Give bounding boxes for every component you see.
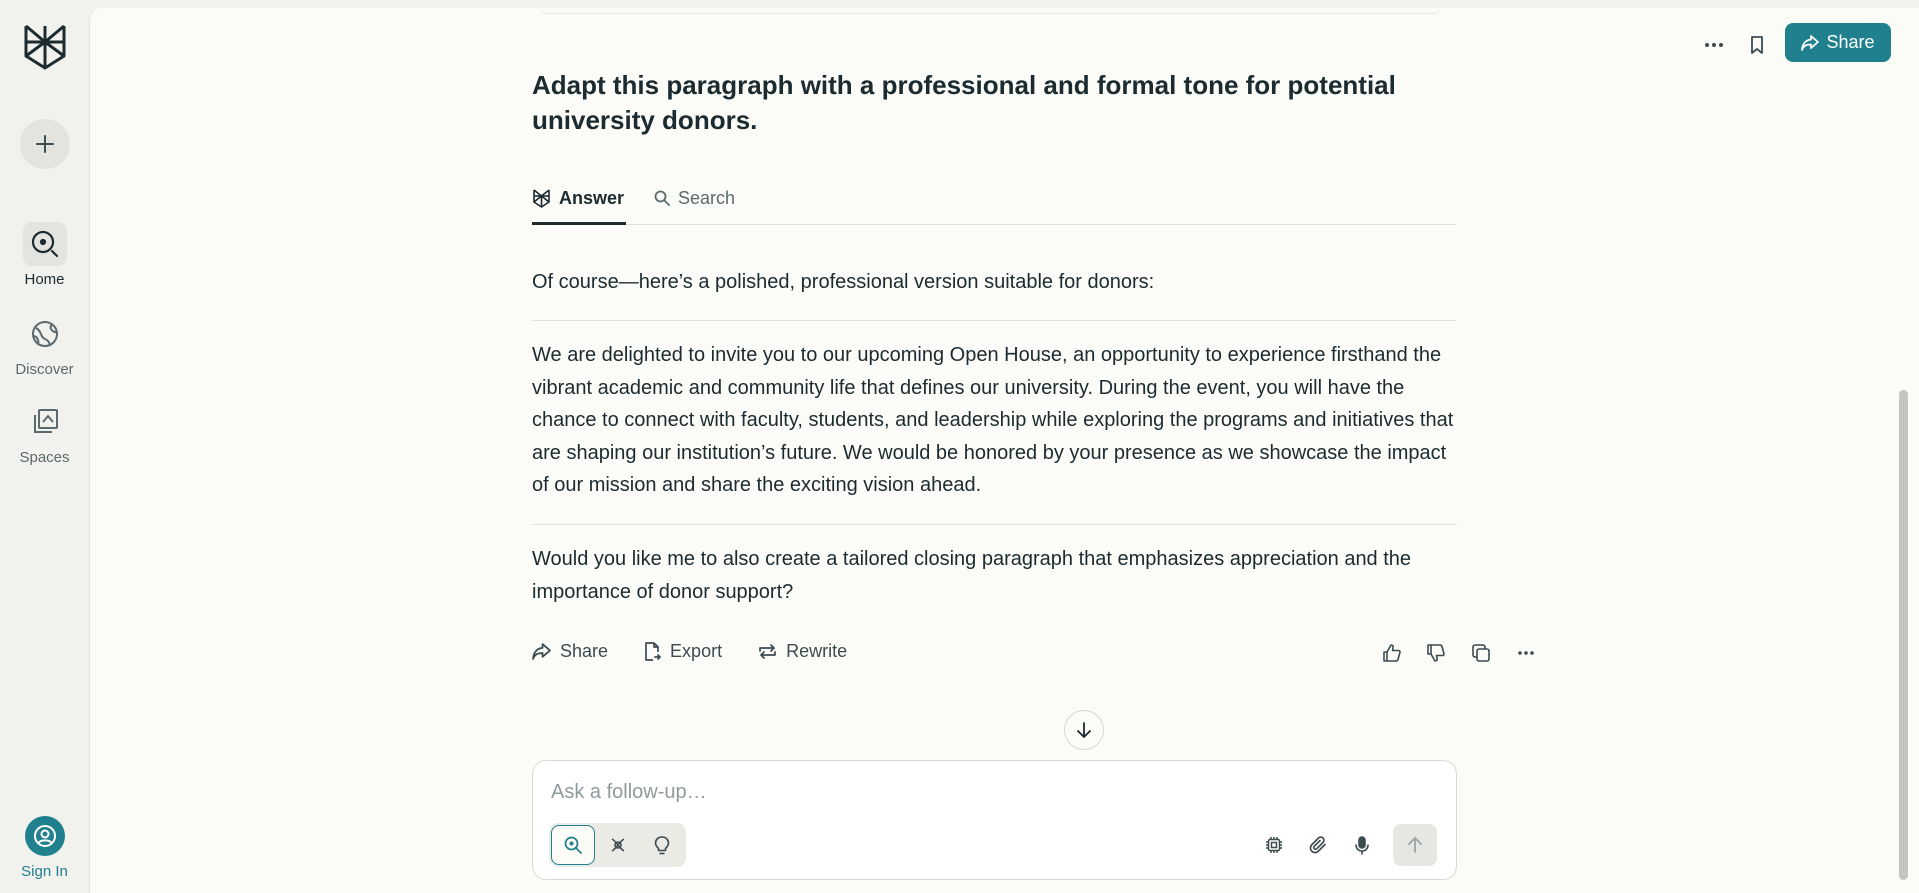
perplexity-logo-icon <box>533 188 550 208</box>
arrow-down-icon <box>1077 722 1091 738</box>
divider <box>540 8 1440 14</box>
more-horizontal-icon <box>1518 651 1534 655</box>
follow-up-input[interactable] <box>551 777 1411 807</box>
sidebar-item-discover[interactable]: Discover <box>0 312 89 378</box>
microphone-icon <box>1355 835 1369 855</box>
send-button[interactable] <box>1393 824 1437 866</box>
plus-icon <box>36 135 54 153</box>
answer-more-button[interactable] <box>1514 641 1538 665</box>
voice-input-button[interactable] <box>1348 831 1376 859</box>
export-button[interactable]: Export <box>644 641 722 662</box>
search-mode-selector <box>549 823 686 867</box>
share-arrow-icon <box>532 643 551 660</box>
more-options-button[interactable] <box>1700 31 1728 59</box>
model-select-button[interactable] <box>1260 831 1288 859</box>
thumbs-up-button[interactable] <box>1380 641 1404 665</box>
tab-search[interactable]: Search <box>654 186 735 210</box>
thumbs-down-icon <box>1427 644 1445 662</box>
home-search-icon <box>31 230 58 258</box>
answer-intro: Of course—here’s a polished, professiona… <box>532 271 1155 293</box>
search-mode-icon <box>564 836 582 854</box>
chip-icon <box>1266 837 1282 853</box>
thumbs-down-button[interactable] <box>1424 641 1448 665</box>
action-label: Export <box>670 641 723 661</box>
sign-in-label: Sign In <box>21 863 68 880</box>
scrollbar[interactable] <box>1899 390 1908 880</box>
copy-button[interactable] <box>1469 641 1493 665</box>
globe-icon <box>31 321 58 347</box>
rewrite-icon <box>759 644 776 659</box>
action-label: Share <box>560 641 609 661</box>
answer-tabs: Answer Search <box>532 178 1457 225</box>
attach-button[interactable] <box>1304 831 1332 859</box>
page-title: Adapt this paragraph with a professional… <box>532 70 1396 135</box>
sidebar-item-label: Spaces <box>19 449 70 466</box>
answer-actions: Share Export Rewrite <box>532 641 847 662</box>
sidebar-item-label: Discover <box>15 361 74 378</box>
mode-research-button[interactable] <box>596 825 640 865</box>
answer-followup: Would you like me to also create a tailo… <box>532 548 1412 603</box>
rewrite-button[interactable]: Rewrite <box>758 641 847 662</box>
active-tab-indicator <box>532 222 626 225</box>
divider <box>532 320 1457 321</box>
action-label: Rewrite <box>786 641 848 661</box>
logo-icon[interactable] <box>22 22 68 72</box>
avatar <box>24 816 65 856</box>
sidebar-item-spaces[interactable]: Spaces <box>0 400 89 466</box>
search-icon <box>654 190 670 206</box>
sidebar-item-label: Home <box>24 271 65 288</box>
answer-body: We are delighted to invite you to our up… <box>532 344 1454 496</box>
tab-label: Answer <box>559 187 625 208</box>
arrow-up-icon <box>1408 837 1422 853</box>
follow-up-composer <box>532 760 1457 880</box>
sidebar-item-home[interactable]: Home <box>0 222 89 288</box>
divider <box>532 524 1457 525</box>
spaces-icon <box>33 409 58 433</box>
export-file-icon <box>645 642 661 661</box>
tab-label: Search <box>678 187 736 208</box>
share-answer-button[interactable]: Share <box>532 641 608 662</box>
share-button-label: Share <box>1826 32 1875 52</box>
share-button[interactable]: Share <box>1785 23 1891 62</box>
scroll-to-bottom-button[interactable] <box>1064 710 1104 750</box>
mode-labs-button[interactable] <box>640 825 684 865</box>
tab-answer[interactable]: Answer <box>532 186 624 210</box>
copy-icon <box>1472 644 1490 662</box>
paperclip-icon <box>1309 836 1326 854</box>
more-horizontal-icon <box>1705 43 1723 47</box>
sidebar: Home Discover Spaces Sign In <box>0 0 89 893</box>
share-arrow-icon <box>1801 34 1820 51</box>
thumbs-up-icon <box>1383 644 1401 662</box>
bookmark-button[interactable] <box>1743 31 1771 59</box>
user-icon <box>33 825 56 847</box>
mode-search-button[interactable] <box>551 825 595 865</box>
sign-in-button[interactable]: Sign In <box>0 816 89 880</box>
lightbulb-icon <box>654 835 670 854</box>
bookmark-icon <box>1751 36 1763 54</box>
research-icon <box>611 838 625 852</box>
main-panel: Share Adapt this paragraph with a profes… <box>89 8 1919 893</box>
new-thread-button[interactable] <box>20 119 70 169</box>
